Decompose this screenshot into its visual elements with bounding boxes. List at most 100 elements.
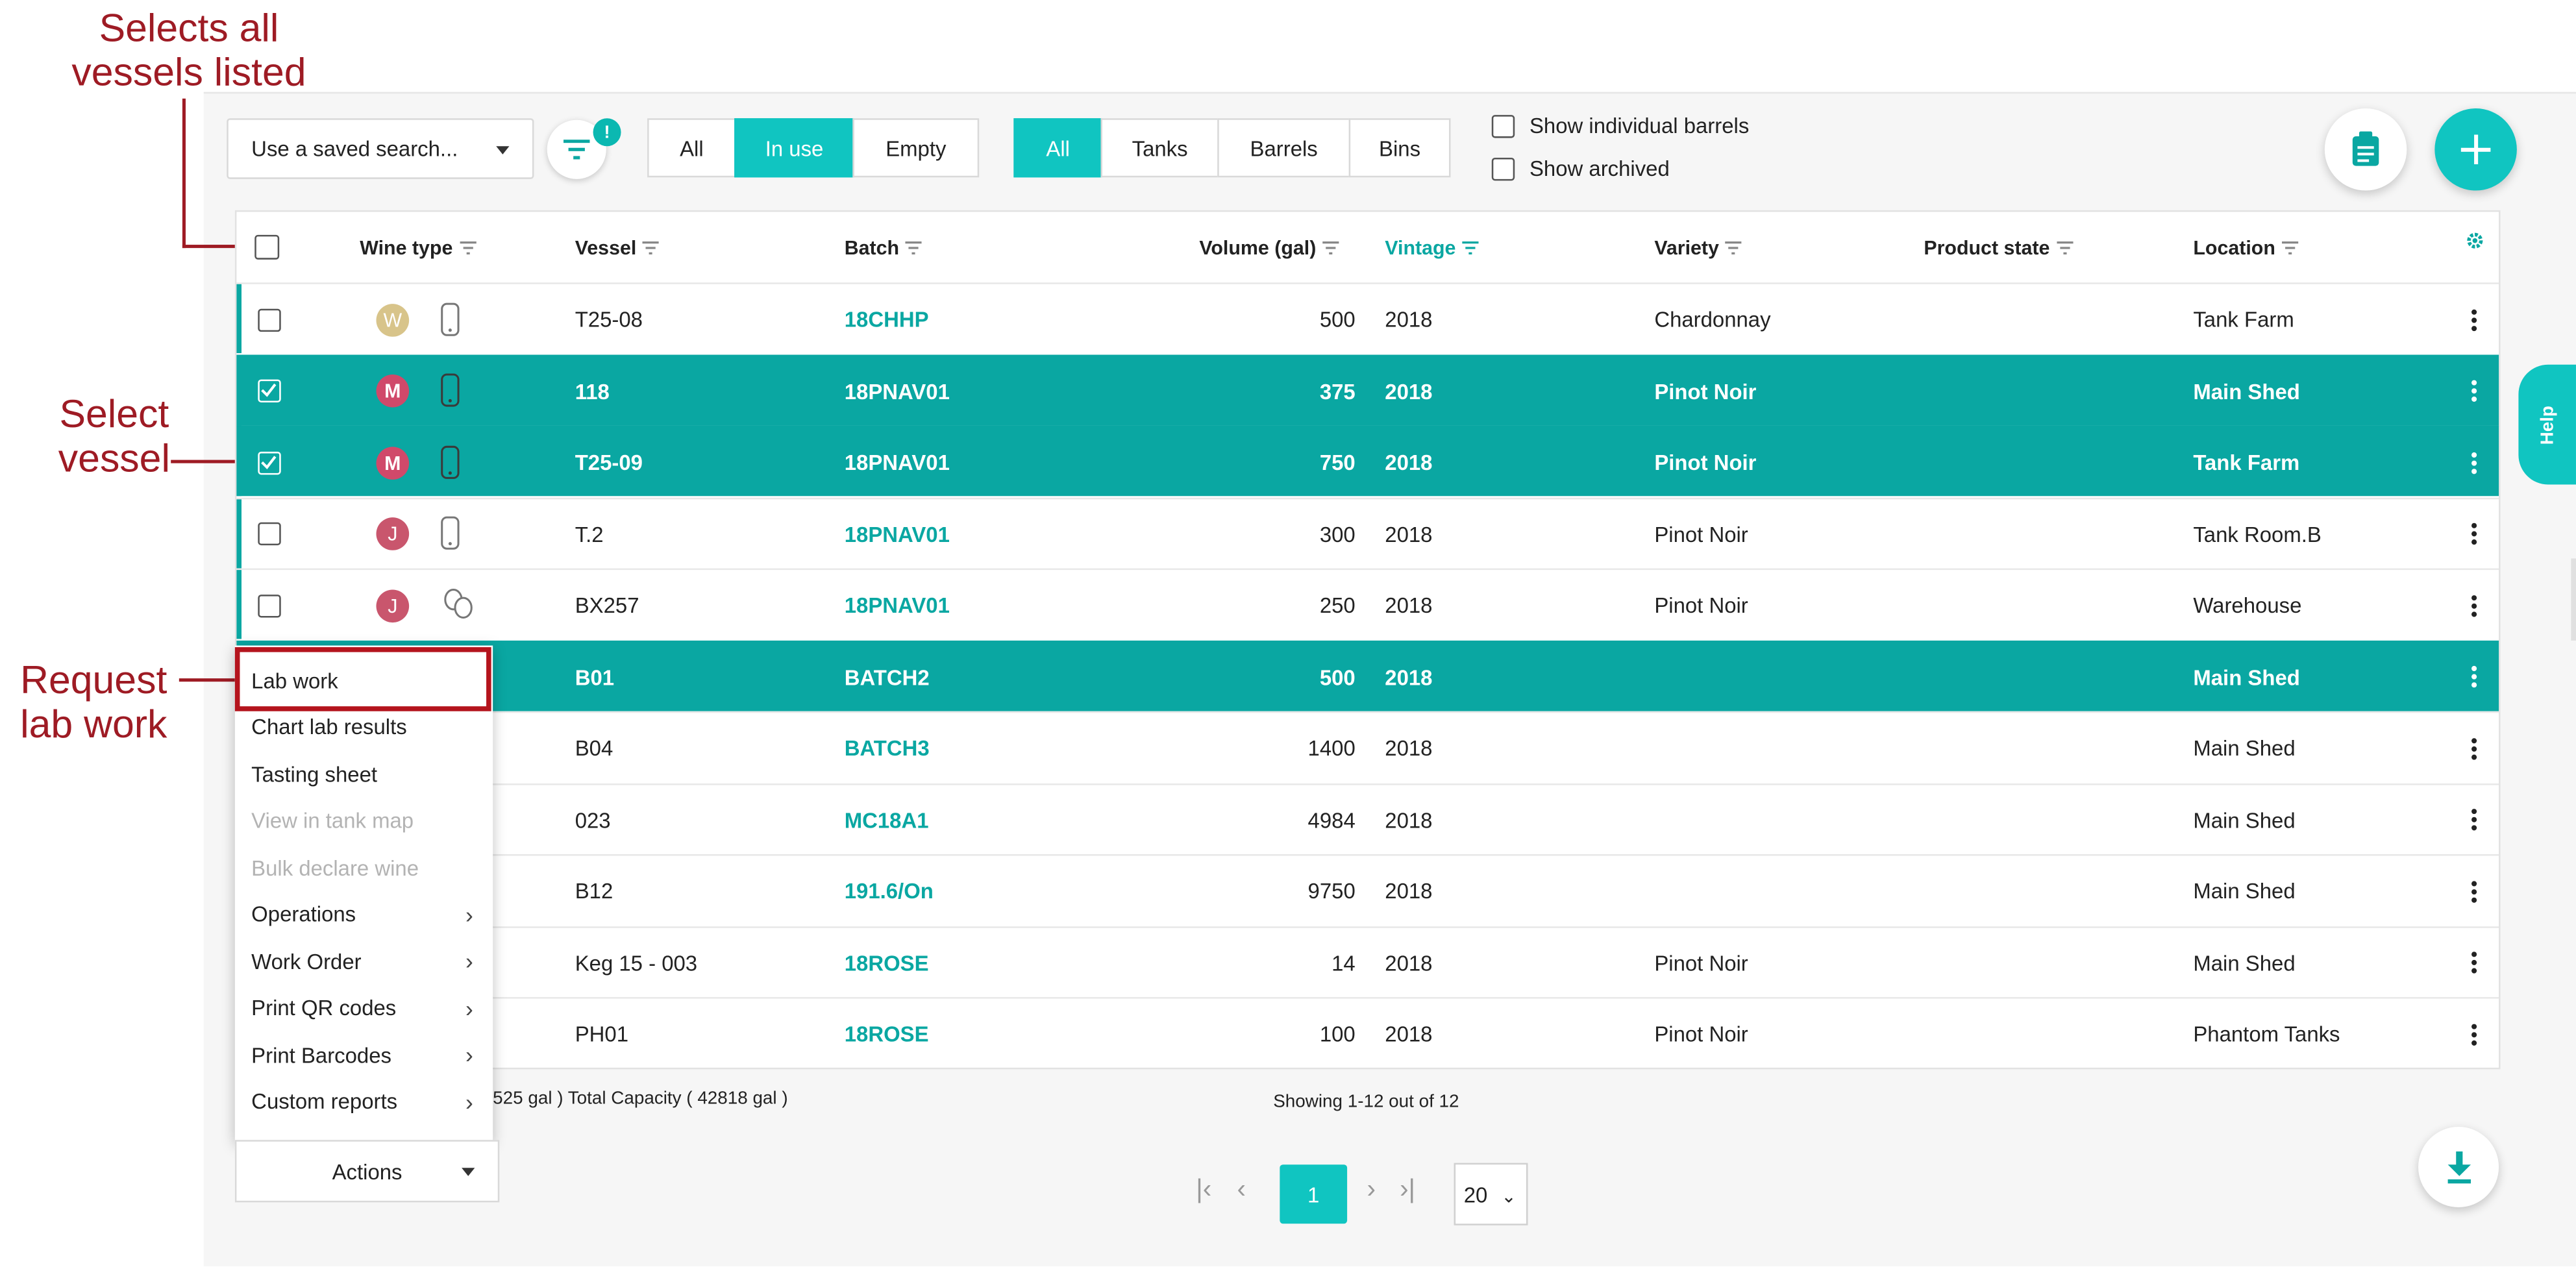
row-menu-button[interactable] [2471,855,2477,926]
table-row[interactable]: B01 BATCH2 500 2018 Main Shed [236,639,2499,712]
select-all-checkbox[interactable] [254,234,280,260]
prev-page-icon[interactable]: ‹ [1237,1176,1246,1206]
row-menu-button[interactable] [2471,570,2477,641]
batch-link[interactable]: BATCH2 [845,641,930,712]
vessel-cell[interactable]: 118 [575,356,610,426]
batch-link[interactable]: 18PNAV01 [845,427,950,498]
add-button[interactable] [2434,108,2517,191]
vintage-cell: 2018 [1385,878,1433,904]
type-bins-button[interactable]: Bins [1348,118,1451,178]
row-menu-button[interactable] [2471,713,2477,783]
scrollbar[interactable] [2571,558,2576,641]
row-checkbox[interactable] [258,450,281,474]
help-tab[interactable]: Help [2518,364,2576,485]
sort-icon [906,240,923,254]
table-row[interactable]: J T.2 18PNAV01 300 2018 Pinot Noir Tank Room.B [236,497,2499,568]
menu-item-print-barcodes[interactable]: Print Barcodes › [235,1031,493,1078]
table-row[interactable]: M T25-09 18PNAV01 750 2018 Pinot Noir Tank Far… [236,425,2499,498]
download-button[interactable] [2418,1126,2499,1207]
vessel-cell[interactable]: BX257 [575,570,639,641]
row-checkbox[interactable] [258,593,281,617]
saved-search-select[interactable]: Use a saved search... [227,118,534,179]
type-tanks-button[interactable]: Tanks [1100,118,1219,178]
row-menu-button[interactable] [2471,641,2477,712]
batch-link[interactable]: 18CHHP [845,284,929,355]
table-row[interactable]: W T25-08 18CHHP 500 2018 Chardonnay Tank Farm [236,282,2499,355]
annotation-select-vessel: Select vessel [36,393,192,482]
saved-search-placeholder: Use a saved search... [251,136,458,161]
batch-link[interactable]: 18PNAV01 [845,356,950,426]
type-all-button[interactable]: All [1013,118,1103,178]
page-1-button[interactable]: 1 [1280,1164,1348,1224]
col-product-state[interactable]: Product state [1924,212,2073,282]
menu-item-label: Operations [251,902,356,927]
row-menu-button[interactable] [2471,928,2477,998]
kebab-icon [2471,737,2477,759]
annotation-line [179,678,238,682]
table-row[interactable]: B04 BATCH3 1400 2018 Main Shed [236,711,2499,782]
vessel-cell[interactable]: B04 [575,713,613,783]
report-button[interactable] [2324,108,2407,191]
vessel-cell[interactable]: Keg 15 - 003 [575,928,697,998]
status-in-use-button[interactable]: In use [734,118,854,178]
vessel-cell[interactable]: T25-09 [575,427,643,498]
first-page-icon[interactable]: |‹ [1196,1176,1211,1206]
menu-item-custom-reports[interactable]: Custom reports › [235,1078,493,1125]
menu-item-print-qr-codes[interactable]: Print QR codes › [235,985,493,1031]
status-empty-button[interactable]: Empty [852,118,980,178]
table-row[interactable]: PH01 18ROSE 100 2018 Pinot Noir Phantom Tanks [236,997,2499,1068]
row-menu-button[interactable] [2471,284,2477,355]
batch-link[interactable]: 191.6/On [845,855,934,926]
status-all-button[interactable]: All [647,118,736,178]
column-settings-button[interactable] [2466,205,2484,276]
row-checkbox[interactable] [258,308,281,331]
table-row[interactable]: 023 MC18A1 4984 2018 Main Shed [236,782,2499,855]
table-row[interactable]: B12 191.6/On 9750 2018 Main Shed [236,854,2499,925]
per-page-select[interactable]: 20 ⌄ [1454,1162,1528,1225]
vessel-cell[interactable]: PH01 [575,999,628,1070]
menu-item-label: Tasting sheet [251,761,378,787]
table-row[interactable]: J BX257 18PNAV01 250 2018 Pinot Noir Warehouse [236,568,2499,641]
col-wine-type[interactable]: Wine type [360,212,476,282]
row-menu-button[interactable] [2471,427,2477,498]
batch-link[interactable]: 18ROSE [845,928,929,998]
show-archived-checkbox[interactable] [1491,157,1515,181]
menu-item-tasting-sheet[interactable]: Tasting sheet [235,750,493,797]
kebab-icon [2471,308,2477,330]
batch-link[interactable]: MC18A1 [845,784,929,855]
col-batch[interactable]: Batch [845,212,923,282]
menu-item-view-in-tank-map: View in tank map [235,798,493,844]
col-variety[interactable]: Variety [1654,212,1742,282]
row-menu-button[interactable] [2471,498,2477,569]
col-vessel[interactable]: Vessel [575,212,660,282]
col-vintage[interactable]: Vintage [1385,212,1479,282]
row-menu-button[interactable] [2471,999,2477,1070]
vessel-cell[interactable]: 023 [575,784,611,855]
menu-item-operations[interactable]: Operations › [235,891,493,938]
batch-link[interactable]: BATCH3 [845,713,930,783]
batch-link[interactable]: 18ROSE [845,999,929,1070]
plus-icon [2460,134,2491,165]
row-checkbox[interactable] [258,379,281,402]
vessel-cell[interactable]: T.2 [575,498,604,569]
vessel-cell[interactable]: B01 [575,641,614,712]
menu-item-work-order[interactable]: Work Order › [235,938,493,985]
row-menu-button[interactable] [2471,784,2477,855]
table-row[interactable]: M 118 18PNAV01 375 2018 Pinot Noir Main Shed [236,354,2499,426]
show-individual-barrels-checkbox[interactable] [1491,115,1515,138]
table-row[interactable]: Keg 15 - 003 18ROSE 14 2018 Pinot Noir Main S… [236,925,2499,998]
actions-button[interactable]: Actions [234,1140,500,1203]
row-checkbox[interactable] [258,522,281,546]
vessel-cell[interactable]: T25-08 [575,284,643,355]
batch-link[interactable]: 18PNAV01 [845,570,950,641]
row-select-cell [258,427,281,498]
volume-cell: 500 [1319,307,1356,332]
next-page-icon[interactable]: › [1367,1176,1375,1206]
col-volume[interactable]: Volume (gal) [1199,212,1339,282]
col-location[interactable]: Location [2193,212,2299,282]
batch-link[interactable]: 18PNAV01 [845,498,950,569]
type-barrels-button[interactable]: Barrels [1217,118,1351,178]
row-menu-button[interactable] [2471,356,2477,426]
last-page-icon[interactable]: ›| [1400,1176,1415,1206]
vessel-cell[interactable]: B12 [575,855,613,926]
